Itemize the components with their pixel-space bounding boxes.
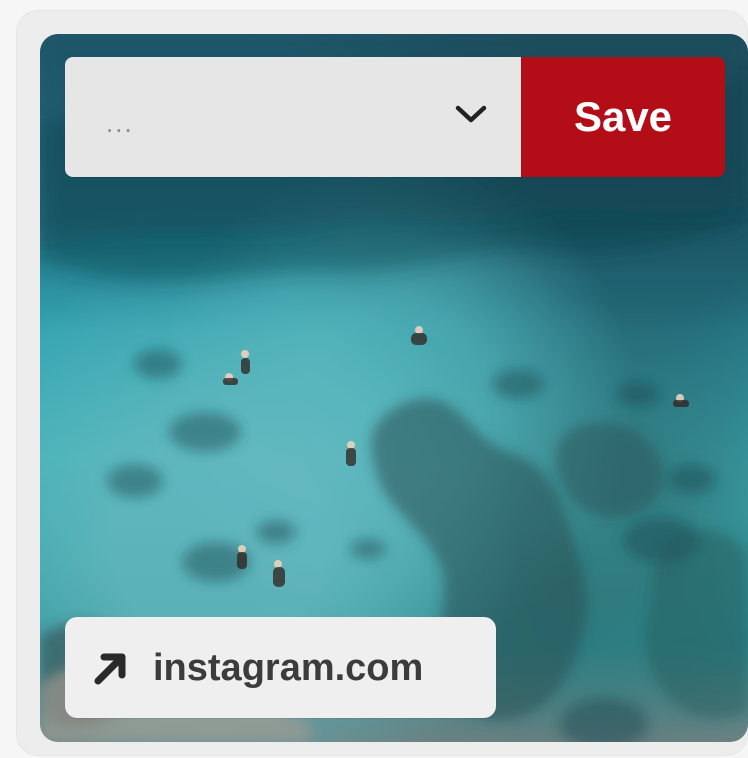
pin-card-screen: ... Save instagram.com xyxy=(0,0,748,758)
save-button[interactable]: Save xyxy=(521,57,725,177)
board-selector-value: ... xyxy=(106,108,134,138)
save-bar: ... Save xyxy=(65,57,725,177)
chevron-down-icon[interactable] xyxy=(454,102,488,126)
source-link-button[interactable]: instagram.com xyxy=(65,617,496,718)
arrow-up-right-icon xyxy=(94,653,126,684)
board-selector[interactable]: ... xyxy=(65,57,521,177)
source-link-label: instagram.com xyxy=(153,646,424,689)
